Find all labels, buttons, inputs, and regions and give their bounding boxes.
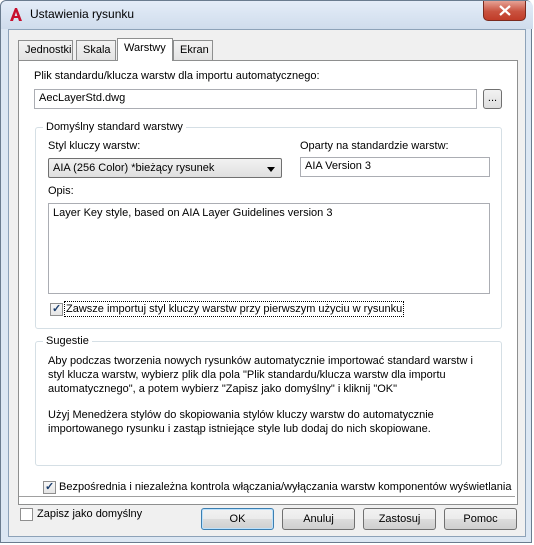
always-import-checkbox[interactable]: ✓ bbox=[50, 303, 63, 316]
key-style-label: Styl kluczy warstw: bbox=[48, 140, 141, 152]
key-style-value: AIA (256 Color) *bieżący rysunek bbox=[53, 162, 215, 174]
description-field[interactable]: Layer Key style, based on AIA Layer Guid… bbox=[48, 203, 490, 294]
save-default-checkbox[interactable] bbox=[20, 508, 33, 521]
autocad-app-icon bbox=[10, 8, 22, 21]
based-on-field: AIA Version 3 bbox=[300, 157, 490, 177]
tab-ekran[interactable]: Ekran bbox=[173, 40, 213, 60]
import-file-label: Plik standardu/klucza warstw dla importu… bbox=[34, 70, 320, 82]
tab-label: Ekran bbox=[180, 44, 209, 56]
tab-label: Skala bbox=[83, 44, 111, 56]
default-standard-group: Domyślny standard warstwy Styl kluczy wa… bbox=[35, 121, 502, 329]
tab-warstwy[interactable]: Warstwy bbox=[117, 38, 173, 61]
dropdown-arrow-icon bbox=[267, 167, 275, 172]
checkmark-icon: ✓ bbox=[45, 481, 55, 493]
tip-paragraph-2: Użyj Menedżera stylów do skopiowania sty… bbox=[48, 409, 434, 435]
dialog-client: Jednostki Skala Warstwy Ekran Plik stand… bbox=[8, 29, 526, 537]
direct-control-checkbox[interactable]: ✓ bbox=[43, 481, 56, 494]
direct-control-label[interactable]: Bezpośrednia i niezależna kontrola włącz… bbox=[59, 481, 511, 493]
help-button[interactable]: Pomoc bbox=[444, 508, 517, 530]
dialog-window: Ustawienia rysunku Jednostki Skala Warst… bbox=[0, 0, 533, 543]
tab-label: Jednostki bbox=[25, 44, 72, 56]
based-on-label: Oparty na standardzie warstw: bbox=[300, 140, 449, 152]
tips-group: Sugestie Aby podczas tworzenia nowych ry… bbox=[35, 335, 502, 466]
ok-button[interactable]: OK bbox=[201, 508, 274, 530]
close-icon bbox=[499, 5, 511, 16]
apply-button[interactable]: Zastosuj bbox=[363, 508, 436, 530]
save-default-label[interactable]: Zapisz jako domyślny bbox=[37, 508, 142, 520]
key-style-select[interactable]: AIA (256 Color) *bieżący rysunek bbox=[48, 158, 282, 178]
group-title: Domyślny standard warstwy bbox=[43, 121, 186, 133]
tab-jednostki[interactable]: Jednostki bbox=[18, 40, 73, 60]
checkmark-icon: ✓ bbox=[52, 303, 62, 315]
footer-separator bbox=[19, 496, 515, 498]
title-bar[interactable]: Ustawienia rysunku bbox=[1, 1, 533, 29]
group-title: Sugestie bbox=[43, 335, 92, 347]
description-label: Opis: bbox=[48, 185, 74, 197]
tab-label: Warstwy bbox=[124, 42, 166, 54]
always-import-label[interactable]: Zawsze importuj styl kluczy warstw przy … bbox=[63, 301, 405, 317]
tab-skala[interactable]: Skala bbox=[76, 40, 116, 60]
browse-button[interactable]: ... bbox=[483, 89, 502, 109]
tip-paragraph-1: Aby podczas tworzenia nowych rysunków au… bbox=[48, 355, 473, 395]
cancel-button[interactable]: Anuluj bbox=[282, 508, 355, 530]
tab-panel-warstwy: Plik standardu/klucza warstw dla importu… bbox=[18, 60, 518, 505]
import-file-input[interactable]: AecLayerStd.dwg bbox=[34, 89, 477, 109]
window-title: Ustawienia rysunku bbox=[30, 7, 135, 21]
close-button[interactable] bbox=[483, 1, 526, 21]
